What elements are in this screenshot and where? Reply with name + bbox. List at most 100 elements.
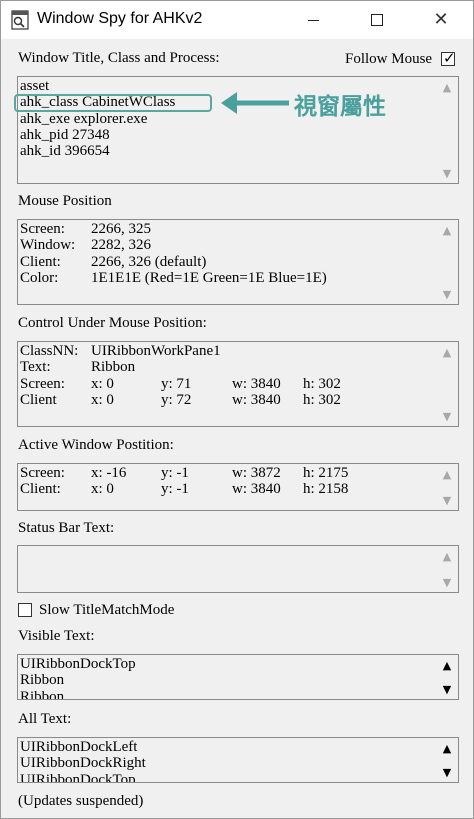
title-bar[interactable]: Window Spy for AHKv2 ✕ (1, 1, 473, 39)
row-value: h: 302 (303, 391, 341, 408)
scroll-up-icon[interactable]: ▲ (440, 468, 454, 481)
text-line: Ribbon (20, 688, 65, 699)
mouse-position-label: Mouse Position (18, 193, 112, 209)
row-value: x: 0 (91, 481, 114, 498)
close-icon: ✕ (433, 9, 449, 30)
info-row: Client: 2266, 326 (default) (20, 254, 438, 270)
text-line: UIRibbonDockLeft (20, 739, 138, 755)
ahk-class-highlight (14, 94, 212, 112)
info-row: Screen: x: 0 y: 71 w: 3840 h: 302 (20, 376, 438, 392)
row-value: 2266, 325 (91, 221, 151, 237)
scroll-up-icon[interactable]: ▲ (440, 346, 454, 359)
checkmark-icon: ✓ (443, 49, 456, 67)
all-text-textbox[interactable]: UIRibbonDockLeft UIRibbonDockRight UIRibbo… (17, 737, 459, 783)
visible-text-label: Visible Text: (18, 628, 95, 644)
scroll-up-icon[interactable]: ▲ (440, 224, 454, 237)
scroll-up-icon[interactable]: ▲ (440, 550, 454, 563)
info-row: Screen: x: -16 y: -1 w: 3872 h: 2175 (20, 465, 438, 481)
text-line: ahk_pid 27348 (20, 126, 110, 143)
control-under-mouse-label: Control Under Mouse Position: (18, 315, 207, 331)
visible-text-lines: UIRibbonDockTop Ribbon Ribbon (20, 656, 438, 699)
follow-mouse-label[interactable]: Follow Mouse (345, 51, 432, 68)
row-value: 2282, 326 (91, 237, 151, 254)
window-title-section-label: Window Title, Class and Process: (18, 50, 220, 66)
row-value: w: 3840 (232, 375, 281, 392)
minimize-icon (307, 19, 319, 21)
text-line: Ribbon (20, 672, 65, 689)
slow-titlematchmode-checkbox[interactable] (18, 603, 32, 617)
scroll-down-icon[interactable]: ▼ (440, 766, 454, 779)
row-value: h: 302 (303, 375, 341, 392)
info-row: Color: 1E1E1E (Red=1E Green=1E Blue=1E) (20, 270, 438, 286)
maximize-button[interactable] (347, 1, 407, 39)
text-line: UIRibbonDockRight (20, 755, 146, 772)
row-value: y: 71 (161, 375, 192, 392)
row-value: 2266, 326 (default) (91, 253, 207, 270)
mouse-position-lines: Screen: 2266, 325 Window: 2282, 326 Client: 2… (20, 221, 438, 304)
all-text-label: All Text: (18, 711, 72, 727)
row-key: ClassNN: (20, 343, 79, 359)
scroll-down-icon[interactable]: ▼ (440, 288, 454, 301)
info-row: Screen: 2266, 325 (20, 221, 438, 237)
row-key: Client (20, 391, 57, 408)
scroll-down-icon[interactable]: ▼ (440, 683, 454, 696)
info-row: Client: x: 0 y: -1 w: 3840 h: 2158 (20, 481, 438, 497)
scroll-up-icon[interactable]: ▲ (440, 81, 454, 94)
annotation-label: 視窗屬性 (294, 94, 386, 120)
row-key: Screen: (20, 465, 65, 481)
row-key: Client: (20, 481, 61, 498)
info-row: Text: Ribbon (20, 359, 438, 375)
follow-mouse-checkbox[interactable]: ✓ (441, 49, 456, 67)
row-value: x: -16 (91, 465, 127, 481)
mouse-position-textbox[interactable]: Screen: 2266, 325 Window: 2282, 326 Client: 2… (17, 219, 459, 305)
status-bar-textbox[interactable]: ▲ ▼ (17, 545, 459, 593)
scroll-up-icon[interactable]: ▲ (440, 742, 454, 755)
row-value: h: 2175 (303, 465, 349, 481)
minimize-button[interactable] (283, 1, 343, 39)
all-text-lines: UIRibbonDockLeft UIRibbonDockRight UIRibbo… (20, 739, 438, 782)
active-window-label: Active Window Postition: (18, 437, 174, 453)
row-value: y: -1 (161, 465, 189, 481)
row-value: Ribbon (91, 359, 136, 376)
control-under-mouse-textbox[interactable]: ClassNN: UIRibbonWorkPane1 Text: Ribbon Scre… (17, 341, 459, 427)
scroll-down-icon[interactable]: ▼ (440, 167, 454, 180)
row-value: x: 0 (91, 391, 114, 408)
row-key: Screen: (20, 221, 65, 237)
row-value: UIRibbonWorkPane1 (91, 343, 221, 359)
scroll-up-icon[interactable]: ▲ (440, 659, 454, 672)
arrow-left-icon (221, 92, 289, 114)
row-key: Text: (20, 359, 51, 376)
visible-text-textbox[interactable]: UIRibbonDockTop Ribbon Ribbon ▲ ▼ (17, 654, 459, 700)
window-spy-icon (11, 10, 29, 30)
row-key: Screen: (20, 375, 65, 392)
status-bar-text-label: Status Bar Text: (18, 520, 115, 536)
text-line: UIRibbonDockTop (20, 656, 136, 672)
scroll-down-icon[interactable]: ▼ (440, 494, 454, 507)
active-window-textbox[interactable]: Screen: x: -16 y: -1 w: 3872 h: 2175 Client: x… (17, 463, 459, 511)
updates-status: (Updates suspended) (18, 793, 144, 809)
row-value: y: -1 (161, 481, 189, 498)
close-button[interactable]: ✕ (411, 1, 471, 39)
row-value: w: 3872 (232, 465, 281, 481)
window-spy-window: Window Spy for AHKv2 ✕ Window Title, Cla… (0, 0, 474, 819)
row-value: y: 72 (161, 391, 192, 408)
info-row: Client x: 0 y: 72 w: 3840 h: 302 (20, 392, 438, 408)
text-line: UIRibbonDockTop (20, 771, 136, 782)
control-lines: ClassNN: UIRibbonWorkPane1 Text: Ribbon Scre… (20, 343, 438, 426)
maximize-icon (371, 14, 383, 26)
slow-titlematchmode-label[interactable]: Slow TitleMatchMode (39, 602, 174, 619)
info-row: Window: 2282, 326 (20, 237, 438, 253)
row-key: Window: (20, 237, 76, 254)
window-title: Window Spy for AHKv2 (37, 10, 203, 27)
active-window-lines: Screen: x: -16 y: -1 w: 3872 h: 2175 Client: x… (20, 465, 438, 510)
row-key: Color: (20, 269, 59, 286)
row-value: w: 3840 (232, 481, 281, 498)
info-row: ClassNN: UIRibbonWorkPane1 (20, 343, 438, 359)
row-value: 1E1E1E (Red=1E Green=1E Blue=1E) (91, 269, 327, 286)
text-line: ahk_id 396654 (20, 143, 110, 160)
scroll-down-icon[interactable]: ▼ (440, 576, 454, 589)
row-value: w: 3840 (232, 391, 281, 408)
row-key: Client: (20, 253, 61, 270)
row-value: h: 2158 (303, 481, 349, 498)
scroll-down-icon[interactable]: ▼ (440, 410, 454, 423)
